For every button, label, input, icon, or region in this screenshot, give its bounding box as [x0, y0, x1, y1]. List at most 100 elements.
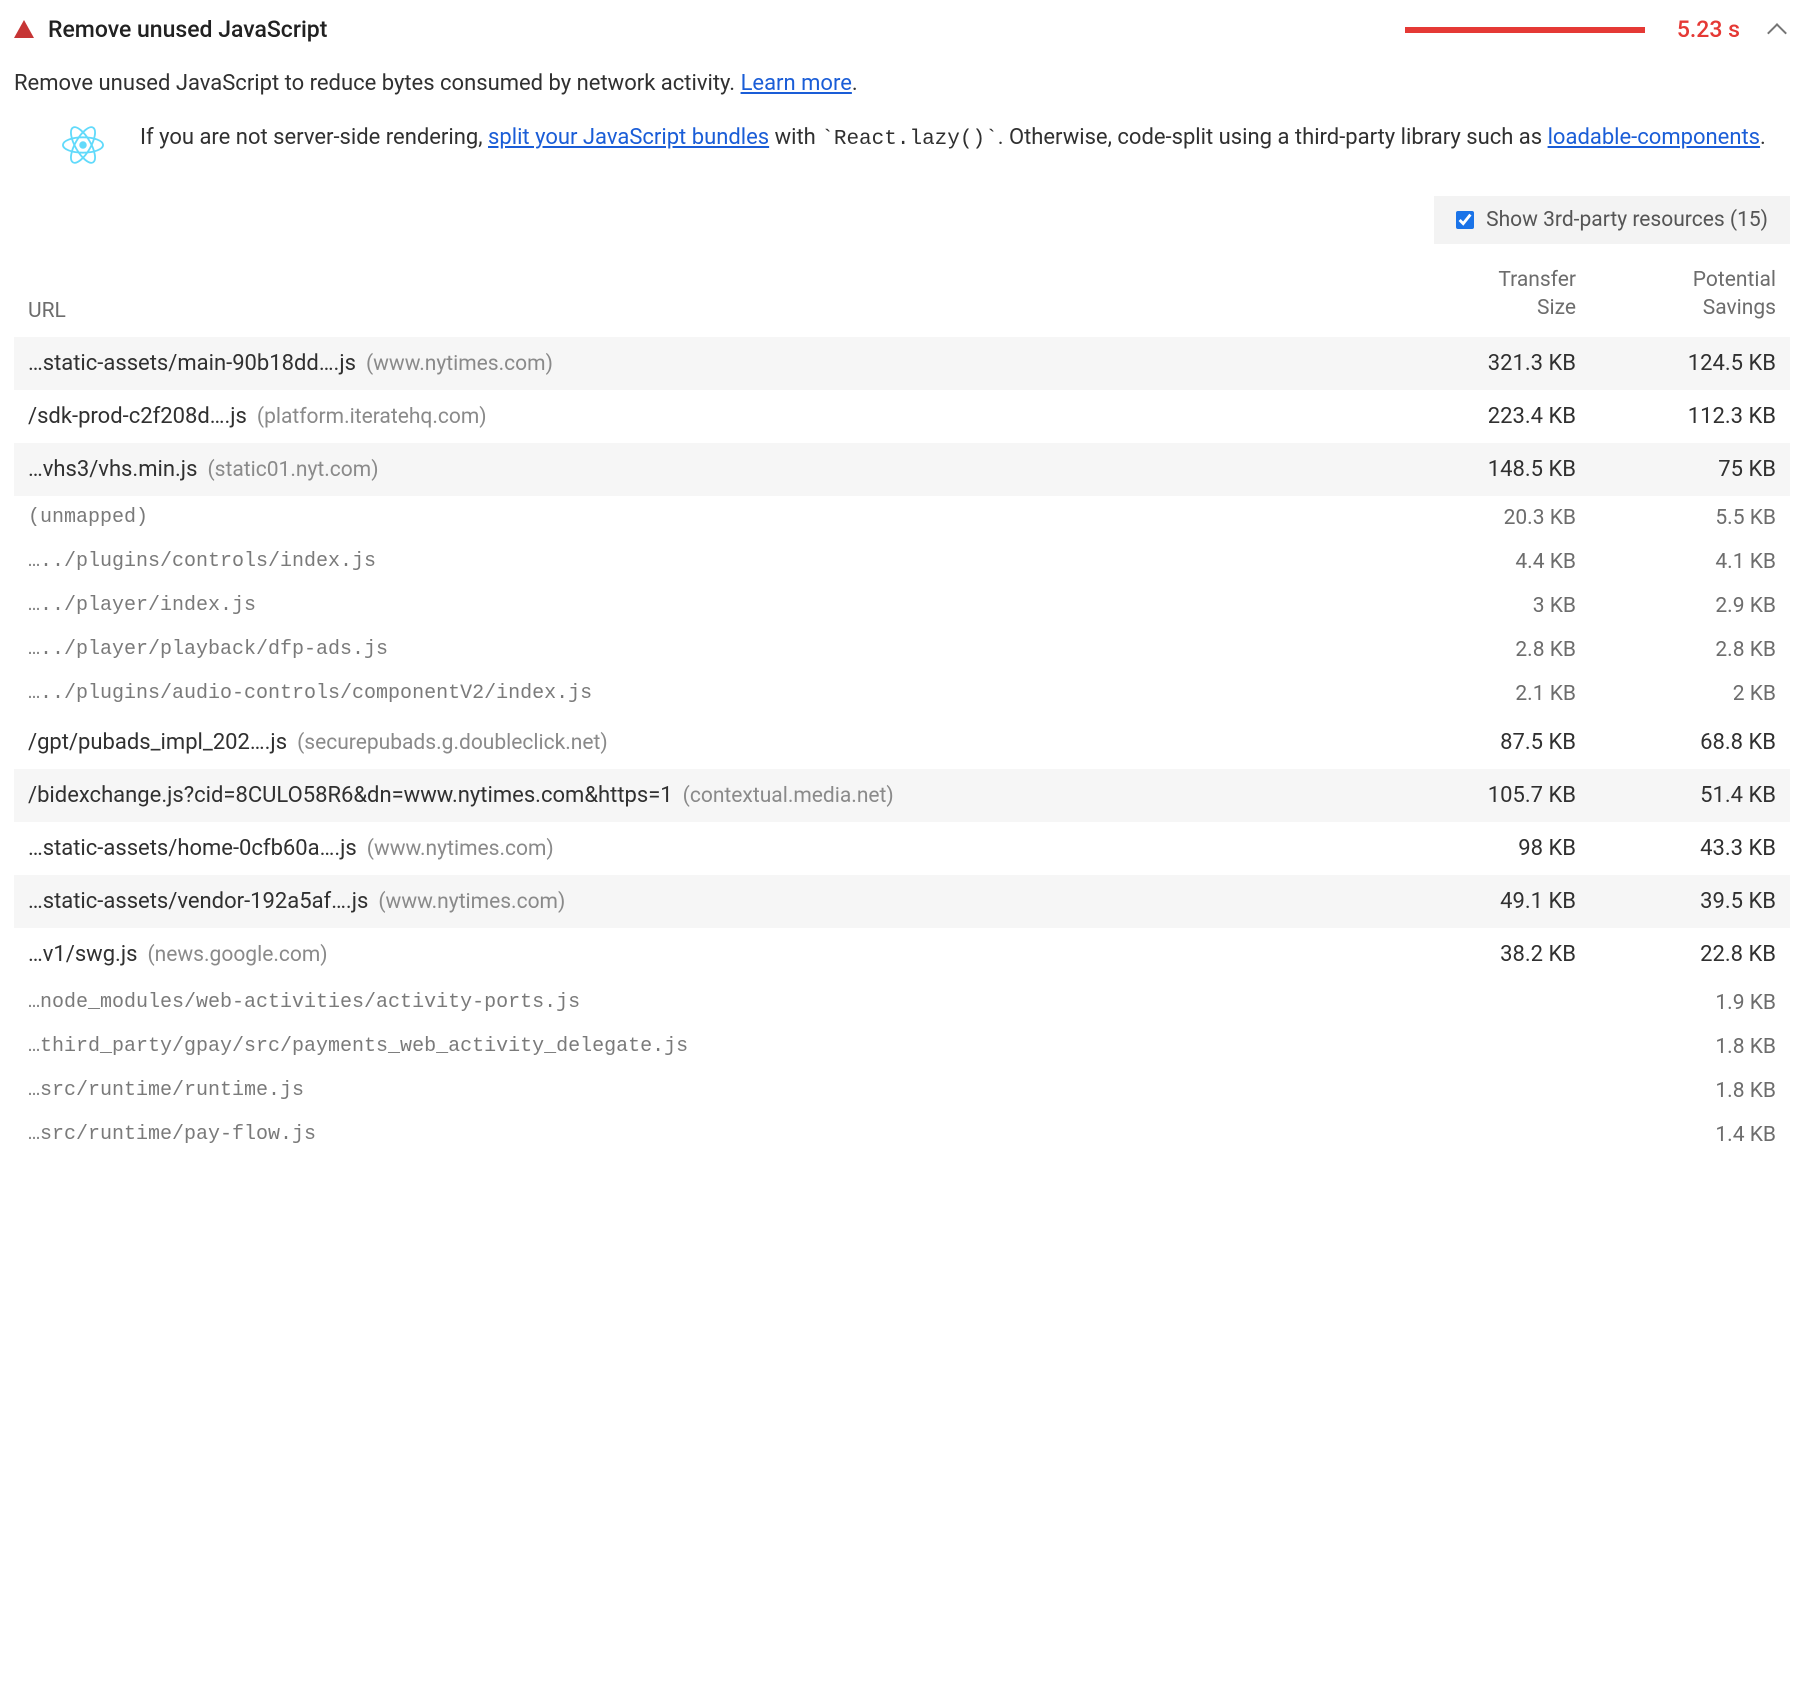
sub-url: …../plugins/audio-controls/componentV2/i… [28, 682, 1376, 705]
sub-transfer-size: 3 KB [1376, 594, 1576, 618]
url-cell: /bidexchange.js?cid=8CULO58R6&dn=www.nyt… [28, 783, 1376, 808]
table-subrow: …third_party/gpay/src/payments_web_activ… [14, 1025, 1790, 1069]
url-origin: (contextual.media.net) [683, 784, 894, 808]
url-cell: …vhs3/vhs.min.js (static01.nyt.com) [28, 457, 1376, 482]
sub-transfer-size: 4.4 KB [1376, 550, 1576, 574]
url-cell: …static-assets/vendor-192a5af….js (www.ny… [28, 889, 1376, 914]
url-path: …v1/swg.js [28, 942, 137, 967]
transfer-size: 38.2 KB [1376, 942, 1576, 967]
tip-text: If you are not server-side rendering, sp… [140, 122, 1766, 172]
react-icon [62, 124, 104, 172]
col-potential-savings: Potential Savings [1576, 266, 1776, 323]
opportunity-table: URL Transfer Size Potential Savings …sta… [14, 256, 1790, 1157]
url-cell: …static-assets/home-0cfb60a….js(www.nyti… [28, 836, 1376, 861]
url-origin: (www.nytimes.com) [366, 352, 553, 376]
transfer-size: 87.5 KB [1376, 730, 1576, 755]
sub-url: …third_party/gpay/src/payments_web_activ… [28, 1035, 1376, 1058]
url-cell: …v1/swg.js (news.google.com) [28, 942, 1376, 967]
url-path: …static-assets/vendor-192a5af….js [28, 889, 368, 914]
url-path: …static-assets/main-90b18dd….js [28, 351, 356, 376]
savings-bar [1405, 27, 1645, 33]
table-row[interactable]: …v1/swg.js (news.google.com) 38.2 KB22.8 K… [14, 928, 1790, 981]
table-subrow: …../plugins/controls/index.js4.4 KB4.1 K… [14, 540, 1790, 584]
sub-potential-savings: 2.8 KB [1576, 638, 1776, 662]
url-origin: (www.nytimes.com) [378, 890, 565, 914]
transfer-size: 223.4 KB [1376, 404, 1576, 429]
sub-potential-savings: 5.5 KB [1576, 506, 1776, 530]
audit-display-value: 5.23 s [1677, 16, 1740, 43]
split-bundles-link[interactable]: split your JavaScript bundles [488, 125, 769, 150]
sub-potential-savings: 1.8 KB [1576, 1079, 1776, 1103]
url-cell: …static-assets/main-90b18dd….js (www.nyti… [28, 351, 1376, 376]
desc-text: Remove unused JavaScript to reduce bytes… [14, 71, 741, 96]
url-path: /bidexchange.js?cid=8CULO58R6&dn=www.nyt… [28, 783, 673, 808]
table-subrow: …src/runtime/runtime.js 1.8 KB [14, 1069, 1790, 1113]
url-cell: /gpt/pubads_impl_202….js (securepubads.g.… [28, 730, 1376, 755]
sub-potential-savings: 1.8 KB [1576, 1035, 1776, 1059]
table-header: URL Transfer Size Potential Savings [14, 256, 1790, 337]
desc-suffix: . [852, 71, 858, 96]
col-part: Transfer [1498, 268, 1576, 292]
sub-potential-savings: 1.9 KB [1576, 991, 1776, 1015]
third-party-toggle[interactable]: Show 3rd-party resources (15) [1434, 196, 1790, 244]
url-path: …vhs3/vhs.min.js [28, 457, 197, 482]
table-row[interactable]: …static-assets/main-90b18dd….js (www.nyti… [14, 337, 1790, 390]
learn-more-link[interactable]: Learn more [741, 71, 852, 96]
transfer-size: 49.1 KB [1376, 889, 1576, 914]
audit-title: Remove unused JavaScript [48, 16, 327, 43]
sub-transfer-size: 20.3 KB [1376, 506, 1576, 530]
third-party-label: Show 3rd-party resources (15) [1486, 208, 1768, 232]
table-row[interactable]: /gpt/pubads_impl_202….js (securepubads.g.… [14, 716, 1790, 769]
tip-part: . [1760, 125, 1766, 150]
table-row[interactable]: …static-assets/home-0cfb60a….js(www.nyti… [14, 822, 1790, 875]
table-subrow: …../plugins/audio-controls/componentV2/i… [14, 672, 1790, 716]
potential-savings: 112.3 KB [1576, 404, 1776, 429]
loadable-components-link[interactable]: loadable-components [1548, 125, 1760, 150]
sub-url: …../player/index.js [28, 594, 1376, 617]
url-path: /sdk-prod-c2f208d….js [28, 404, 247, 429]
sub-potential-savings: 4.1 KB [1576, 550, 1776, 574]
table-subrow: …src/runtime/pay-flow.js1.4 KB [14, 1113, 1790, 1157]
transfer-size: 105.7 KB [1376, 783, 1576, 808]
sub-url: …node_modules/web-activities/activity-po… [28, 991, 1376, 1014]
url-origin: (static01.nyt.com) [207, 458, 378, 482]
potential-savings: 75 KB [1576, 457, 1776, 482]
fail-triangle-icon [14, 20, 34, 38]
stack-pack-tip: If you are not server-side rendering, sp… [14, 116, 1790, 190]
sub-url: (unmapped) [28, 506, 1376, 529]
sub-url: …src/runtime/runtime.js [28, 1079, 1376, 1102]
potential-savings: 22.8 KB [1576, 942, 1776, 967]
tip-code: `React.lazy()` [821, 128, 997, 151]
url-origin: (news.google.com) [147, 943, 327, 967]
sub-url: …../player/playback/dfp-ads.js [28, 638, 1376, 661]
table-subrow: …../player/playback/dfp-ads.js2.8 KB2.8 … [14, 628, 1790, 672]
url-path: /gpt/pubads_impl_202….js [28, 730, 287, 755]
audit-header[interactable]: Remove unused JavaScript 5.23 s [14, 16, 1790, 55]
tip-part: with [769, 125, 821, 150]
chevron-up-icon[interactable] [1767, 23, 1787, 43]
table-subrow: (unmapped)20.3 KB5.5 KB [14, 496, 1790, 540]
table-row[interactable]: /sdk-prod-c2f208d….js(platform.iteratehq… [14, 390, 1790, 443]
table-subrow: …../player/index.js3 KB2.9 KB [14, 584, 1790, 628]
table-row[interactable]: …static-assets/vendor-192a5af….js (www.ny… [14, 875, 1790, 928]
potential-savings: 124.5 KB [1576, 351, 1776, 376]
transfer-size: 98 KB [1376, 836, 1576, 861]
sub-url: …../plugins/controls/index.js [28, 550, 1376, 573]
sub-potential-savings: 2 KB [1576, 682, 1776, 706]
potential-savings: 51.4 KB [1576, 783, 1776, 808]
table-subrow: …node_modules/web-activities/activity-po… [14, 981, 1790, 1025]
third-party-toggle-row: Show 3rd-party resources (15) [14, 196, 1790, 244]
col-part: Size [1537, 296, 1576, 320]
table-body: …static-assets/main-90b18dd….js (www.nyti… [14, 337, 1790, 1157]
potential-savings: 39.5 KB [1576, 889, 1776, 914]
sub-url: …src/runtime/pay-flow.js [28, 1123, 1376, 1146]
table-row[interactable]: /bidexchange.js?cid=8CULO58R6&dn=www.nyt… [14, 769, 1790, 822]
sub-potential-savings: 2.9 KB [1576, 594, 1776, 618]
sub-transfer-size: 2.8 KB [1376, 638, 1576, 662]
potential-savings: 43.3 KB [1576, 836, 1776, 861]
potential-savings: 68.8 KB [1576, 730, 1776, 755]
third-party-checkbox[interactable] [1456, 211, 1474, 229]
url-origin: (securepubads.g.doubleclick.net) [297, 731, 608, 755]
transfer-size: 321.3 KB [1376, 351, 1576, 376]
table-row[interactable]: …vhs3/vhs.min.js(static01.nyt.com)148.5 … [14, 443, 1790, 496]
